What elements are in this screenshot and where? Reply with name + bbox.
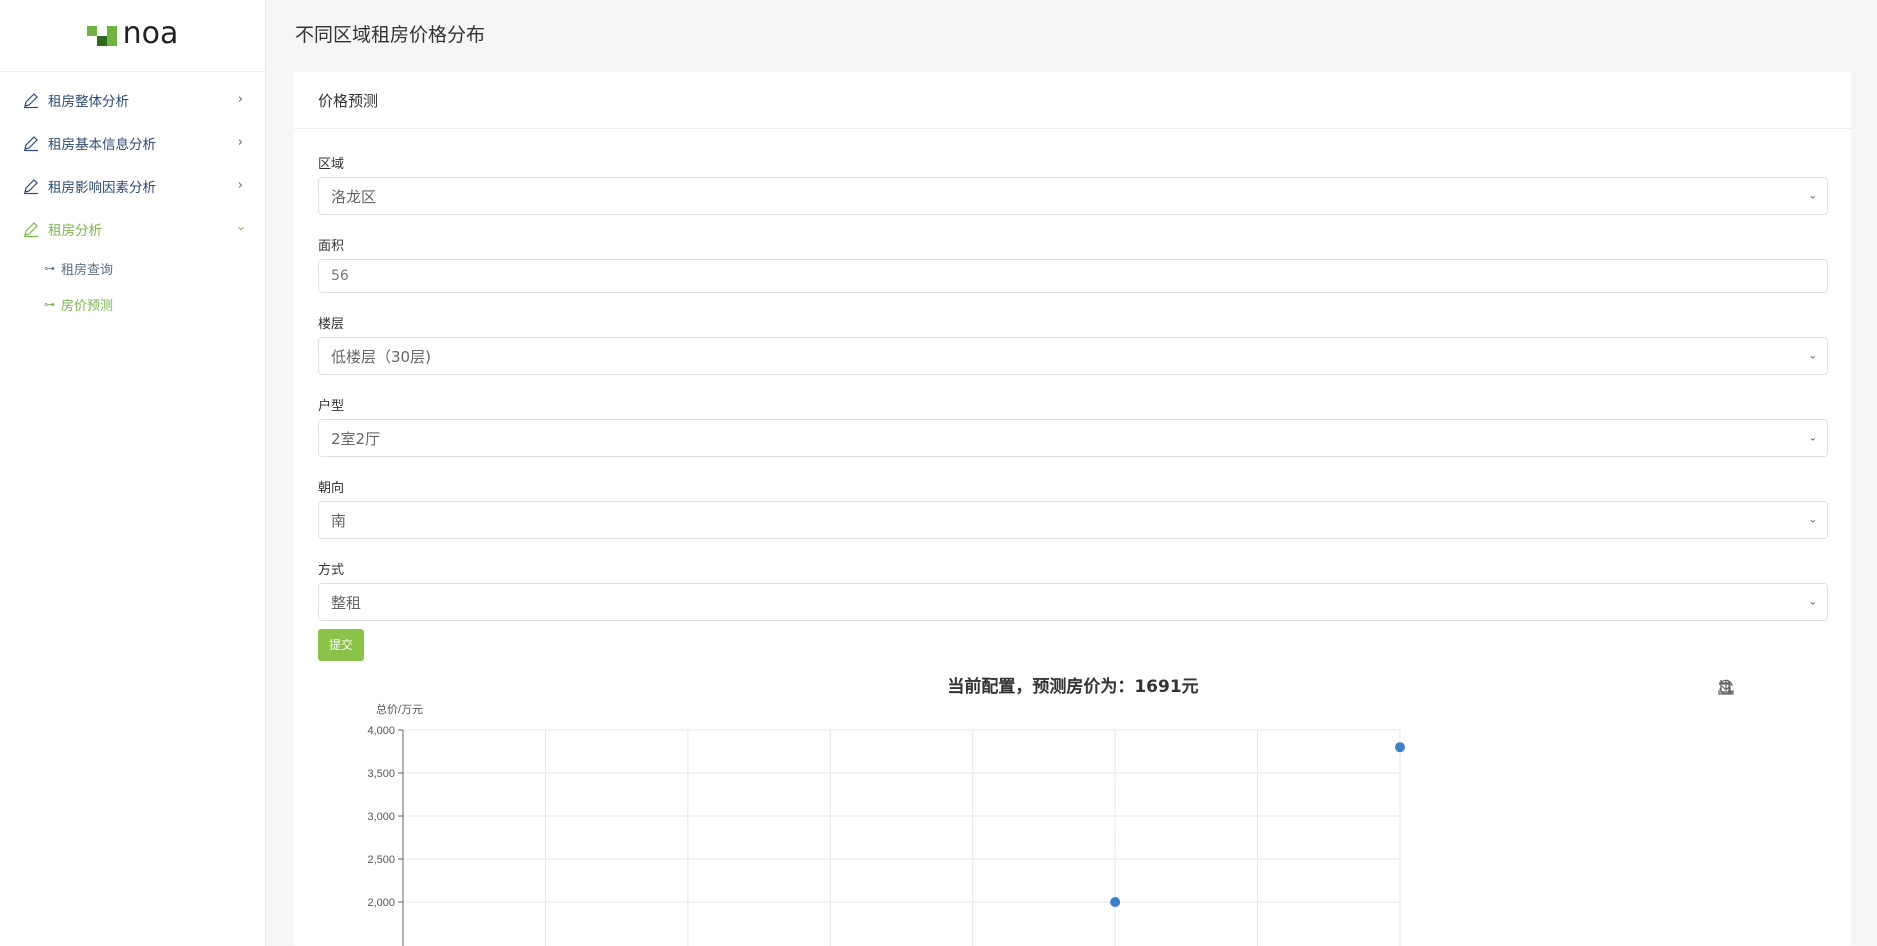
sidebar-subitem-label: 租房查询 — [61, 262, 114, 278]
chart-plot: 4,000 3,500 3,000 2,500 2,000 总价/万元 — [367, 702, 1405, 946]
prediction-chart: 当前配置，预测房价为：1691元 4,000 3,500 3,000 2,500 2,0… — [318, 660, 1828, 946]
chevron-down-icon: › — [232, 225, 248, 232]
y-axis-label: 总价/万元 — [376, 702, 423, 716]
prediction-form: 区域 洛龙区 ⌄ 面积 56 楼层 低楼层（30层) ⌄ 户型 2室2厅 ⌄ 朝… — [294, 129, 1851, 661]
logo-text: noa — [122, 15, 179, 51]
logo[interactable]: noa — [0, 0, 265, 72]
orientation-select-value: 南 — [331, 511, 347, 530]
sidebar-nav: 租房整体分析 › 租房基本信息分析 › 租房影响因素分析 › 租房分析 › ⊶ … — [0, 72, 265, 322]
mode-select-value: 整租 — [331, 593, 362, 612]
floor-select-value: 低楼层（30层) — [331, 347, 431, 366]
area-label: 面积 — [318, 239, 345, 254]
key-icon: ⊶ — [44, 261, 55, 275]
sidebar-subitem-label: 房价预测 — [61, 298, 114, 314]
orientation-select[interactable]: 南 ⌄ — [318, 501, 1828, 539]
sidebar: noa 租房整体分析 › 租房基本信息分析 › 租房影响因素分析 › 租房分析 … — [0, 0, 266, 946]
pencil-icon — [24, 135, 38, 151]
sidebar-item-label: 租房整体分析 — [48, 93, 129, 110]
region-select[interactable]: 洛龙区 ⌄ — [318, 177, 1828, 215]
area-input-value: 56 — [331, 268, 349, 284]
sidebar-item-label: 租房分析 — [48, 222, 102, 239]
y-tick-label: 3,000 — [367, 811, 395, 823]
y-tick-label: 2,000 — [367, 897, 395, 909]
sidebar-subitem-price-prediction[interactable]: ⊶ 房价预测 — [0, 286, 265, 322]
floor-select[interactable]: 低楼层（30层) ⌄ — [318, 337, 1828, 375]
card-title: 价格预测 — [294, 72, 1851, 129]
sidebar-item-rent-analysis[interactable]: 租房分析 › — [0, 207, 265, 250]
y-tick-label: 3,500 — [367, 768, 395, 780]
sidebar-subitem-rent-query[interactable]: ⊶ 租房查询 — [0, 250, 265, 286]
sidebar-item-overall[interactable]: 租房整体分析 › — [0, 78, 265, 121]
chevron-right-icon: › — [237, 135, 243, 150]
data-point — [1110, 897, 1121, 907]
chevron-right-icon: › — [237, 178, 243, 193]
sidebar-item-factors[interactable]: 租房影响因素分析 › — [0, 164, 265, 207]
orientation-label: 朝向 — [318, 481, 345, 496]
layout-label: 户型 — [318, 399, 345, 414]
y-tick-label: 4,000 — [367, 725, 395, 737]
chevron-down-icon: ⌄ — [1808, 432, 1817, 444]
pencil-icon — [24, 221, 38, 237]
chevron-right-icon: › — [237, 92, 243, 107]
floor-label: 楼层 — [318, 317, 345, 332]
data-point — [1395, 742, 1405, 753]
sidebar-item-label: 租房基本信息分析 — [48, 136, 156, 153]
pencil-icon — [24, 178, 38, 194]
chevron-down-icon: ⌄ — [1808, 190, 1817, 202]
y-tick-label: 2,500 — [367, 854, 395, 866]
mode-label: 方式 — [318, 563, 345, 578]
key-icon: ⊶ — [44, 297, 55, 311]
layout-select[interactable]: 2室2厅 ⌄ — [318, 419, 1828, 457]
sidebar-item-basic-info[interactable]: 租房基本信息分析 › — [0, 121, 265, 164]
region-select-value: 洛龙区 — [331, 187, 377, 206]
sidebar-item-label: 租房影响因素分析 — [48, 179, 156, 196]
chevron-down-icon: ⌄ — [1808, 596, 1817, 608]
page-title: 不同区域租房价格分布 — [295, 24, 486, 46]
logo-mark-icon — [86, 25, 117, 46]
chevron-down-icon: ⌄ — [1808, 350, 1817, 362]
chevron-down-icon: ⌄ — [1808, 514, 1817, 526]
submit-button[interactable]: 提交 — [318, 629, 365, 661]
region-label: 区域 — [318, 157, 345, 172]
area-input[interactable]: 56 — [318, 259, 1828, 293]
pencil-icon — [24, 92, 38, 108]
layout-select-value: 2室2厅 — [331, 429, 381, 448]
mode-select[interactable]: 整租 ⌄ — [318, 583, 1828, 621]
